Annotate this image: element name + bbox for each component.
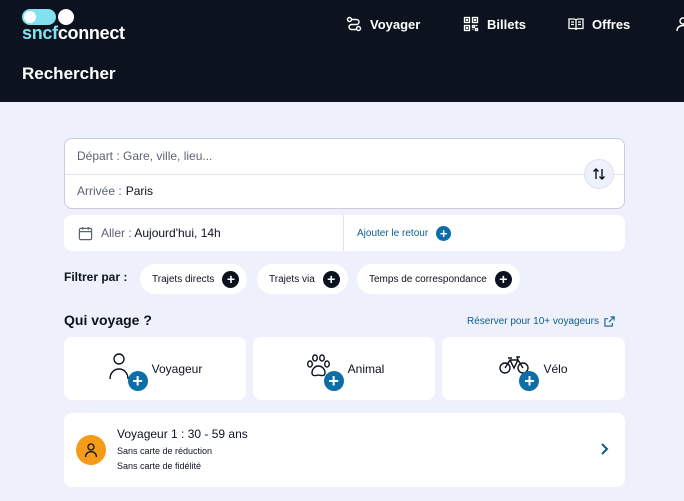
plus-icon: + bbox=[222, 270, 240, 288]
nav-billets-label: Billets bbox=[487, 16, 527, 32]
user-icon bbox=[676, 17, 684, 32]
add-animal-button[interactable]: + Animal bbox=[253, 337, 435, 400]
depart-placeholder: Départ : Gare, ville, lieu... bbox=[77, 149, 213, 163]
nav-voyager-label: Voyager bbox=[370, 16, 421, 32]
add-return-label: Ajouter le retour bbox=[357, 227, 429, 239]
nav-voyager[interactable]: Voyager bbox=[346, 14, 420, 34]
traveler-reduction-card: Sans carte de réduction bbox=[117, 446, 213, 456]
top-header: sncfconnect Voyager Billets Offres Reche… bbox=[0, 0, 684, 102]
bicycle-icon: + bbox=[499, 351, 540, 391]
who-travels-title: Qui voyage ? bbox=[64, 312, 152, 328]
velo-label: Vélo bbox=[543, 361, 568, 376]
traveler-loyalty-card: Sans carte de fidélité bbox=[117, 461, 202, 471]
calendar-icon bbox=[78, 226, 93, 240]
arrivee-label: Arrivée : bbox=[77, 184, 122, 198]
swap-button[interactable] bbox=[584, 159, 614, 189]
filter-chip-temps-correspondance[interactable]: Temps de correspondance + bbox=[357, 264, 520, 294]
avatar bbox=[76, 435, 106, 465]
origin-destination-card: Départ : Gare, ville, lieu... Arrivée : … bbox=[64, 138, 625, 209]
voyageur-icon: + bbox=[108, 351, 148, 391]
nav-account[interactable] bbox=[675, 14, 684, 34]
plus-icon: + bbox=[127, 370, 148, 391]
filter-chip-trajets-directs[interactable]: Trajets directs + bbox=[140, 264, 248, 294]
reserve-group-label: Réserver pour 10+ voyageurs bbox=[467, 316, 600, 327]
sncf-connect-logo[interactable]: sncfconnect bbox=[22, 9, 125, 43]
aller-value: Aujourd'hui, 14h bbox=[134, 226, 221, 240]
nav-billets[interactable]: Billets bbox=[463, 14, 526, 34]
route-icon bbox=[346, 16, 362, 32]
plus-icon: + bbox=[494, 270, 512, 288]
plus-icon: + bbox=[436, 225, 452, 241]
plus-icon: + bbox=[323, 370, 344, 391]
plus-icon: + bbox=[519, 370, 540, 391]
chip-label: Temps de correspondance bbox=[369, 273, 487, 285]
user-icon bbox=[84, 443, 98, 458]
nav-offres-label: Offres bbox=[592, 16, 631, 32]
qr-code-icon bbox=[463, 16, 479, 32]
filter-chip-trajets-via[interactable]: Trajets via + bbox=[257, 264, 348, 294]
page-title: Rechercher bbox=[22, 64, 116, 83]
depart-field[interactable]: Départ : Gare, ville, lieu... bbox=[77, 139, 212, 173]
aller-field[interactable]: Aller : Aujourd'hui, 14h bbox=[78, 215, 221, 251]
traveler-name: Voyageur 1 : 30 - 59 ans bbox=[117, 427, 248, 441]
external-link-icon bbox=[604, 316, 615, 327]
book-icon bbox=[568, 18, 584, 31]
plus-icon: + bbox=[322, 270, 340, 288]
logo-text-sncf: sncf bbox=[22, 23, 58, 43]
add-voyageur-button[interactable]: + Voyageur bbox=[64, 337, 246, 400]
chevron-right-icon bbox=[601, 443, 609, 455]
animal-label: Animal bbox=[347, 361, 385, 376]
aller-label: Aller : bbox=[101, 226, 132, 240]
logo-text-connect: connect bbox=[57, 23, 125, 43]
paw-icon: + bbox=[304, 351, 344, 391]
traveler-card[interactable]: Voyageur 1 : 30 - 59 ans Sans carte de r… bbox=[64, 413, 625, 487]
swap-arrows-icon bbox=[593, 168, 605, 180]
add-return-button[interactable]: Ajouter le retour + bbox=[357, 215, 452, 251]
chip-label: Trajets via bbox=[269, 273, 315, 285]
arrivee-value: Paris bbox=[125, 184, 154, 198]
date-separator bbox=[343, 215, 344, 251]
date-card: Aller : Aujourd'hui, 14h Ajouter le reto… bbox=[64, 215, 625, 251]
filter-label: Filtrer par : bbox=[64, 270, 128, 284]
voyageur-label: Voyageur bbox=[151, 361, 203, 376]
reserve-group-link[interactable]: Réserver pour 10+ voyageurs bbox=[467, 316, 615, 327]
add-velo-button[interactable]: + Vélo bbox=[442, 337, 625, 400]
chip-label: Trajets directs bbox=[152, 273, 215, 285]
nav-offres[interactable]: Offres bbox=[568, 14, 630, 34]
arrivee-field[interactable]: Arrivée : Paris bbox=[77, 174, 153, 208]
